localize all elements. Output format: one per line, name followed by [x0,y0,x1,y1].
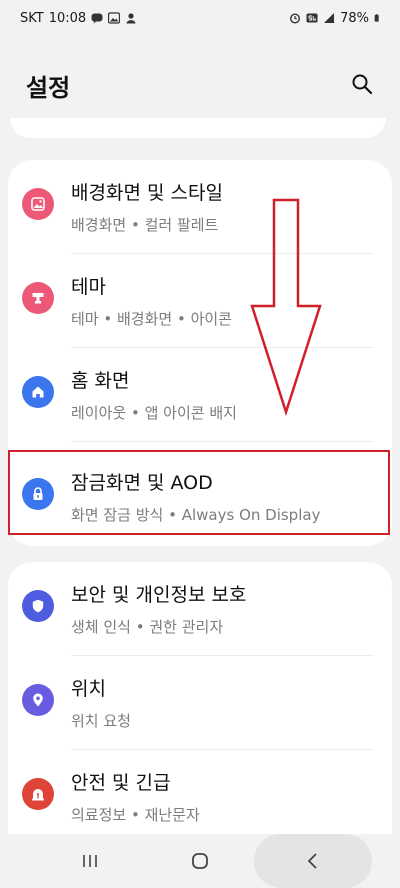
home-button[interactable] [170,834,230,888]
menu-item-home-screen[interactable]: 홈 화면 레이아웃 • 앱 아이콘 배지 [8,348,392,442]
settings-screen: SKT 10:08 78% 설정 배경화면 및 스타일 배경화면 • 컬러 팔레… [0,0,400,888]
menu-item-theme[interactable]: 테마 테마 • 배경화면 • 아이콘 [8,254,392,348]
menu-item-subtitle: 의료정보 • 재난문자 [71,806,200,824]
back-button[interactable] [254,834,372,888]
search-icon [352,74,373,95]
menu-item-security-privacy[interactable]: 보안 및 개인정보 보호 생체 인식 • 권한 관리자 [8,562,392,656]
header: 설정 [0,62,400,110]
collapsed-card [10,118,386,138]
chat-notification-icon [91,13,103,24]
network-5g-icon [306,13,318,23]
menu-item-title: 배경화면 및 스타일 [71,182,223,204]
page-title: 설정 [26,74,71,102]
emergency-icon [22,778,54,810]
menu-item-subtitle: 배경화면 • 컬러 팔레트 [71,216,219,234]
home-button-icon [192,853,208,869]
app-notification-icon [126,13,136,24]
battery-level: 78% [340,10,369,26]
clock: 10:08 [48,10,87,26]
signal-strength-icon [324,13,335,23]
annotation-down-arrow [250,198,322,417]
menu-item-subtitle: 생체 인식 • 권한 관리자 [71,618,224,636]
menu-item-subtitle: 위치 요청 [71,712,131,730]
carrier-label: SKT [20,10,44,26]
navigation-bar [0,834,400,888]
battery-icon [374,14,379,22]
gallery-notification-icon [108,12,121,24]
alarm-icon [290,13,301,24]
annotation-highlight-box [8,450,390,535]
recent-apps-icon [83,855,97,867]
menu-item-subtitle: 테마 • 배경화면 • 아이콘 [71,310,232,328]
shield-icon [22,590,54,622]
menu-item-title: 보안 및 개인정보 보호 [71,584,247,606]
divider [71,441,374,442]
menu-item-title: 홈 화면 [71,370,130,392]
location-pin-icon [22,684,54,716]
search-button[interactable] [348,70,376,98]
menu-item-title: 위치 [71,678,106,700]
wallpaper-icon [22,188,54,220]
menu-item-title: 안전 및 긴급 [71,772,171,794]
status-bar: SKT 10:08 78% [0,0,400,36]
menu-item-wallpaper-style[interactable]: 배경화면 및 스타일 배경화면 • 컬러 팔레트 [8,160,392,254]
recent-apps-button[interactable] [60,834,120,888]
theme-icon [22,282,54,314]
menu-item-safety-emergency[interactable]: 안전 및 긴급 의료정보 • 재난문자 [8,750,392,844]
home-icon [22,376,54,408]
menu-item-location[interactable]: 위치 위치 요청 [8,656,392,750]
menu-item-subtitle: 레이아웃 • 앱 아이콘 배지 [71,404,237,422]
settings-group-security: 보안 및 개인정보 보호 생체 인식 • 권한 관리자 위치 위치 요청 안전 … [8,562,392,834]
back-icon [307,853,317,869]
menu-item-title: 테마 [71,276,106,298]
